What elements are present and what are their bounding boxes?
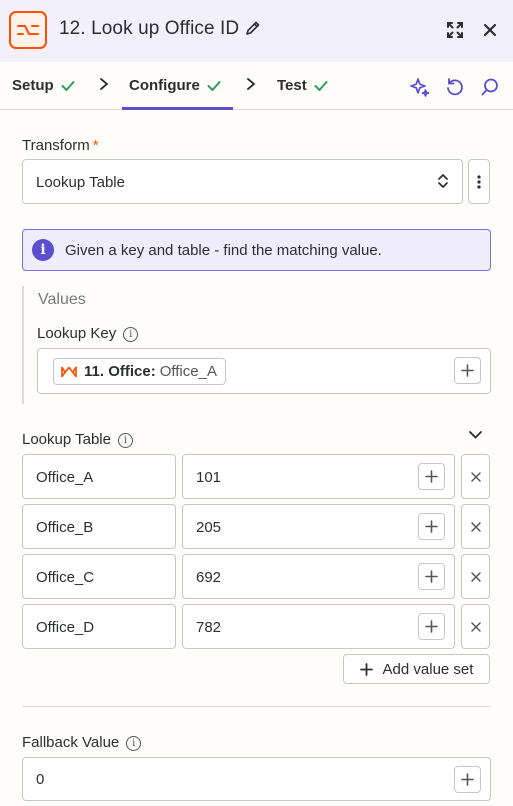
chevron-down-icon[interactable] [468, 430, 483, 440]
row-key-text: Office_D [36, 619, 95, 636]
tab-label: Test [277, 77, 307, 94]
table-row-value[interactable]: 205 [182, 504, 455, 549]
plus-icon [425, 520, 438, 533]
info-circle-icon[interactable]: i [123, 327, 139, 342]
remove-row-button[interactable] [461, 454, 490, 499]
info-icon: i [32, 239, 54, 261]
chevron-right-icon [247, 78, 256, 90]
pill-value: Office_A [159, 363, 217, 380]
close-icon [470, 621, 481, 632]
insert-data-button[interactable] [418, 463, 445, 490]
info-banner: i Given a key and table - find the match… [22, 229, 491, 271]
row-value-text: 205 [196, 519, 222, 536]
chevron-up-down-icon [438, 174, 448, 188]
pencil-icon[interactable] [245, 20, 261, 41]
add-value-set-button[interactable]: Add value set [343, 654, 490, 684]
insert-data-button[interactable] [454, 766, 481, 793]
lookup-table-label: Lookup Table i [22, 431, 133, 448]
lookup-table-label-text: Lookup Table [22, 431, 111, 448]
fallback-value-field[interactable]: 0 [22, 757, 491, 801]
fallback-label: Fallback Value i [22, 734, 142, 751]
close-icon [470, 571, 481, 582]
table-row-key[interactable]: Office_D [22, 604, 176, 649]
add-value-set-label: Add value set [382, 660, 474, 678]
fallback-label-text: Fallback Value [22, 734, 120, 751]
insert-data-button[interactable] [454, 357, 481, 384]
search-icon[interactable] [479, 76, 501, 98]
plus-icon [461, 364, 474, 377]
pill-step-label: 11. Office: [84, 363, 156, 380]
required-mark: * [92, 137, 99, 154]
check-icon [314, 80, 328, 91]
lookup-key-field[interactable]: 11. Office: Office_A [37, 348, 491, 394]
remove-row-button[interactable] [461, 554, 490, 599]
mapped-field-pill[interactable]: 11. Office: Office_A [53, 358, 226, 385]
table-row-value[interactable]: 101 [182, 454, 455, 499]
step-header: 12. Look up Office ID [0, 0, 513, 62]
row-value-text: 782 [196, 619, 222, 636]
tab-label: Configure [129, 77, 200, 94]
step-tabs: Setup Configure Test [0, 62, 513, 110]
undo-icon[interactable] [444, 76, 466, 98]
formatter-app-icon [9, 11, 47, 49]
table-row-key[interactable]: Office_C [22, 554, 176, 599]
section-divider [22, 706, 491, 707]
expand-icon[interactable] [444, 19, 466, 41]
remove-row-button[interactable] [461, 504, 490, 549]
step-title: 12. Look up Office ID [59, 18, 240, 39]
table-row-value[interactable]: 692 [182, 554, 455, 599]
insert-data-button[interactable] [418, 563, 445, 590]
tab-configure[interactable]: Configure [129, 77, 221, 94]
row-value-text: 101 [196, 469, 222, 486]
formatter-step-icon [61, 366, 77, 377]
transform-label-text: Transform [22, 137, 90, 154]
insert-data-button[interactable] [418, 513, 445, 540]
tab-setup[interactable]: Setup [12, 77, 75, 94]
more-options-button[interactable] [468, 159, 490, 204]
row-key-text: Office_A [36, 469, 94, 486]
table-row-key[interactable]: Office_A [22, 454, 176, 499]
row-value-text: 692 [196, 569, 222, 586]
table-row-key[interactable]: Office_B [22, 504, 176, 549]
kebab-icon [477, 174, 481, 189]
info-circle-icon[interactable]: i [117, 433, 133, 448]
active-tab-indicator [122, 107, 233, 110]
plus-icon [425, 470, 438, 483]
plus-icon [425, 620, 438, 633]
close-icon [470, 521, 481, 532]
plus-icon [425, 570, 438, 583]
chevron-right-icon [100, 78, 109, 90]
lookup-key-label-text: Lookup Key [37, 325, 117, 342]
close-icon[interactable] [479, 19, 501, 41]
row-key-text: Office_C [36, 569, 95, 586]
info-text: Given a key and table - find the matchin… [65, 241, 382, 259]
transform-select-value: Lookup Table [36, 174, 125, 191]
fallback-value-text: 0 [36, 771, 45, 788]
remove-row-button[interactable] [461, 604, 490, 649]
plus-icon [461, 773, 474, 786]
tab-test[interactable]: Test [277, 77, 328, 94]
info-circle-icon[interactable]: i [126, 736, 142, 751]
tab-label: Setup [12, 77, 54, 94]
table-row-value[interactable]: 782 [182, 604, 455, 649]
transform-select[interactable]: Lookup Table [22, 159, 463, 204]
lookup-key-label: Lookup Key i [37, 325, 139, 342]
insert-data-button[interactable] [418, 613, 445, 640]
plus-icon [359, 662, 373, 676]
row-key-text: Office_B [36, 519, 94, 536]
transform-label: Transform * [22, 137, 99, 154]
check-icon [207, 80, 221, 91]
ai-sparkle-icon[interactable] [409, 76, 431, 98]
close-icon [470, 471, 481, 482]
check-icon [61, 80, 75, 91]
values-title: Values [38, 291, 86, 308]
